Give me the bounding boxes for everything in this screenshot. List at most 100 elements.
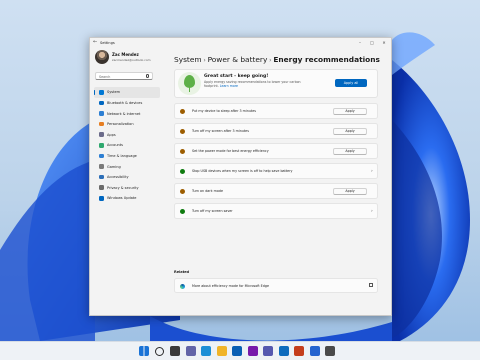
maximize-button[interactable]: □ bbox=[367, 40, 377, 45]
recommendation-label: Set the power mode for best energy effic… bbox=[192, 149, 269, 154]
apps-icon bbox=[99, 132, 104, 137]
shield-icon bbox=[99, 185, 104, 190]
summary-title: Great start - keep going! bbox=[204, 74, 269, 79]
warning-icon bbox=[180, 189, 185, 194]
user-email: zacmendez@outlook.com bbox=[112, 58, 151, 62]
warning-icon bbox=[180, 109, 185, 114]
sidebar-item-label: System bbox=[107, 90, 121, 95]
recommendation-row[interactable]: Stop USB devices when my screen is off t… bbox=[174, 163, 378, 179]
onenote-icon[interactable] bbox=[247, 346, 258, 356]
recommendation-row[interactable]: Turn off my screen saver › bbox=[174, 203, 378, 219]
leaf-badge bbox=[178, 72, 201, 95]
bluetooth-icon bbox=[99, 100, 104, 106]
sidebar-item-label: Apps bbox=[107, 132, 116, 137]
sidebar-item-personalization[interactable]: Personalization bbox=[94, 119, 160, 130]
recommendation-row: Turn off my screen after 3 minutes Apply bbox=[174, 123, 378, 139]
search-placeholder: Search bbox=[99, 74, 111, 79]
breadcrumb-power-battery[interactable]: Power & battery bbox=[208, 55, 268, 64]
globe-icon bbox=[99, 153, 104, 159]
warning-icon bbox=[180, 149, 185, 154]
title-bar: ← Settings – □ ✕ bbox=[90, 38, 391, 48]
sidebar-item-label: Windows Update bbox=[107, 196, 137, 201]
sidebar-item-gaming[interactable]: Gaming bbox=[94, 161, 160, 172]
recommendation-label: Turn off my screen saver bbox=[192, 209, 233, 214]
sidebar-item-label: Accounts bbox=[107, 143, 123, 148]
sidebar-item-accessibility[interactable]: Accessibility bbox=[94, 172, 160, 183]
teams-icon[interactable] bbox=[263, 346, 274, 356]
recommendation-list: Put my device to sleep after 3 minutes Ap… bbox=[174, 103, 378, 223]
sidebar-item-system[interactable]: System bbox=[94, 87, 160, 98]
recommendation-label: Put my device to sleep after 3 minutes bbox=[192, 109, 256, 114]
search-icon bbox=[145, 74, 149, 78]
sidebar-item-label: Accessibility bbox=[107, 175, 129, 180]
settings-window: ← Settings – □ ✕ Zac Mendez zacmendez@ou… bbox=[89, 37, 392, 316]
sidebar-item-label: Privacy & security bbox=[107, 185, 139, 190]
sidebar-item-label: Network & internet bbox=[107, 111, 141, 116]
recommendation-label: Stop USB devices when my screen is off t… bbox=[192, 169, 293, 174]
taskbar bbox=[0, 341, 480, 360]
sidebar-item-label: Time & language bbox=[107, 153, 137, 158]
search-input[interactable]: Search bbox=[95, 72, 153, 80]
accessibility-icon bbox=[99, 174, 104, 180]
breadcrumb: System › Power & battery › Energy recommenda… bbox=[174, 55, 380, 64]
recommendation-label: Turn on dark mode bbox=[192, 189, 223, 194]
recommendation-row: Turn on dark mode Apply bbox=[174, 183, 378, 199]
apply-button[interactable]: Apply bbox=[333, 187, 367, 195]
page-title: Energy recommendations bbox=[273, 55, 380, 64]
user-name: Zac Mendez bbox=[112, 52, 139, 57]
chevron-right-icon: › bbox=[371, 208, 373, 214]
checkmark-icon bbox=[180, 169, 185, 174]
chat-icon[interactable] bbox=[185, 346, 196, 356]
recommendation-row: Set the power mode for best energy effic… bbox=[174, 143, 378, 159]
recommendation-label: Turn off my screen after 3 minutes bbox=[192, 129, 249, 134]
sidebar-item-apps[interactable]: Apps bbox=[94, 129, 160, 140]
sidebar-item-time-language[interactable]: Time & language bbox=[94, 151, 160, 162]
breadcrumb-system[interactable]: System bbox=[174, 55, 202, 64]
energy-summary-card: Great start - keep going! Apply energy s… bbox=[174, 69, 378, 98]
recommendation-row: Put my device to sleep after 3 minutes Ap… bbox=[174, 103, 378, 119]
user-profile[interactable]: Zac Mendez zacmendez@outlook.com bbox=[95, 50, 165, 70]
sidebar-item-windows-update[interactable]: Windows Update bbox=[94, 193, 160, 204]
related-edge-efficiency-link[interactable]: More about efficiency mode for Microsoft… bbox=[174, 278, 378, 293]
learn-more-link[interactable]: Learn more bbox=[220, 84, 238, 88]
gaming-icon bbox=[99, 164, 104, 169]
sidebar-nav: System Bluetooth & devices Network & inter… bbox=[94, 87, 160, 204]
store-icon[interactable] bbox=[232, 346, 243, 356]
file-explorer-icon[interactable] bbox=[216, 346, 227, 356]
apply-button[interactable]: Apply bbox=[333, 147, 367, 155]
accounts-icon bbox=[99, 142, 104, 148]
search-icon[interactable] bbox=[154, 347, 164, 356]
sidebar-item-label: Personalization bbox=[107, 122, 134, 127]
close-button[interactable]: ✕ bbox=[379, 40, 389, 45]
related-item-label: More about efficiency mode for Microsoft… bbox=[192, 284, 269, 288]
minimize-button[interactable]: – bbox=[355, 40, 365, 45]
settings-icon[interactable] bbox=[325, 346, 336, 356]
todo-icon[interactable] bbox=[309, 346, 320, 356]
open-external-icon bbox=[369, 283, 373, 287]
apply-all-button[interactable]: Apply all bbox=[335, 79, 367, 87]
sidebar-item-privacy-security[interactable]: Privacy & security bbox=[94, 182, 160, 193]
outlook-icon[interactable] bbox=[278, 346, 289, 356]
task-view-icon[interactable] bbox=[170, 346, 181, 356]
windows-update-icon bbox=[99, 195, 104, 201]
checkmark-icon bbox=[180, 209, 185, 214]
leaf-stem bbox=[188, 83, 191, 92]
sidebar-item-label: Bluetooth & devices bbox=[107, 100, 143, 105]
network-icon bbox=[99, 111, 104, 116]
sidebar-item-label: Gaming bbox=[107, 164, 121, 169]
start-icon[interactable] bbox=[139, 346, 150, 356]
warning-icon bbox=[180, 129, 185, 134]
apply-button[interactable]: Apply bbox=[333, 127, 367, 135]
related-heading: Related bbox=[174, 270, 190, 274]
apply-button[interactable]: Apply bbox=[333, 107, 367, 115]
edge-icon[interactable] bbox=[201, 346, 212, 356]
back-icon[interactable]: ← bbox=[93, 40, 97, 45]
brush-icon bbox=[99, 121, 104, 127]
sidebar-item-accounts[interactable]: Accounts bbox=[94, 140, 160, 151]
sidebar-item-bluetooth-devices[interactable]: Bluetooth & devices bbox=[94, 98, 160, 109]
sidebar-item-network-internet[interactable]: Network & internet bbox=[94, 108, 160, 119]
system-icon bbox=[99, 90, 104, 95]
powerpoint-icon[interactable] bbox=[294, 346, 305, 356]
window-title: Settings bbox=[100, 41, 115, 45]
edge-icon bbox=[180, 283, 185, 289]
